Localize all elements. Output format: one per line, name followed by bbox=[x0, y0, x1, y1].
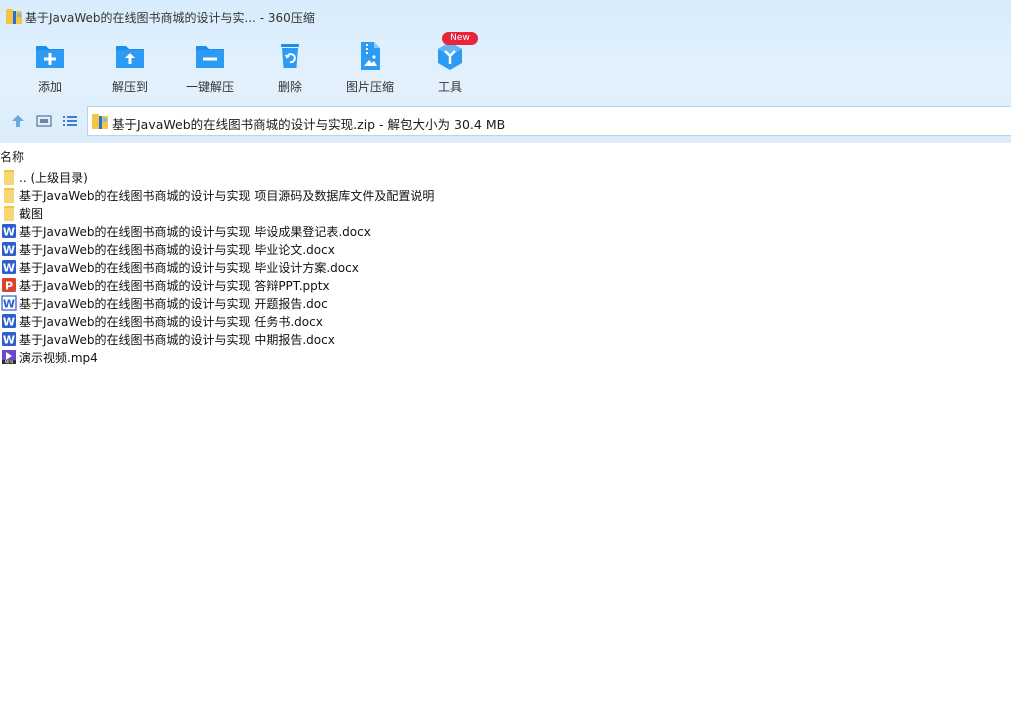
new-badge: New bbox=[442, 32, 478, 45]
svg-text:MP4: MP4 bbox=[5, 360, 14, 365]
delete-label: 删除 bbox=[277, 80, 302, 94]
svg-text:W: W bbox=[3, 244, 15, 257]
tools-label: 工具 bbox=[437, 80, 462, 94]
folder-icon bbox=[4, 188, 14, 203]
extract-to-icon bbox=[116, 46, 144, 68]
list-item[interactable]: W 基于JavaWeb的在线图书商城的设计与实现 毕业设计方案.docx bbox=[0, 258, 1000, 276]
up-arrow-icon[interactable] bbox=[10, 113, 26, 129]
file-name: 演示视频.mp4 bbox=[19, 351, 98, 365]
image-compress-icon bbox=[361, 42, 380, 70]
extract-to-label: 解压到 bbox=[111, 80, 148, 94]
add-button[interactable]: 添加 bbox=[10, 38, 90, 98]
file-name: 基于JavaWeb的在线图书商城的设计与实现 答辩PPT.pptx bbox=[19, 279, 330, 293]
delete-button[interactable]: 删除 bbox=[250, 38, 330, 98]
one-click-extract-label: 一键解压 bbox=[185, 80, 234, 94]
file-name: 基于JavaWeb的在线图书商城的设计与实现 中期报告.docx bbox=[19, 333, 335, 347]
word-document-icon: W bbox=[2, 260, 16, 275]
image-compress-label: 图片压缩 bbox=[345, 80, 394, 94]
file-name: 基于JavaWeb的在线图书商城的设计与实现 毕业设计方案.docx bbox=[19, 261, 359, 275]
list-item[interactable]: W 基于JavaWeb的在线图书商城的设计与实现 毕业论文.docx bbox=[0, 240, 1000, 258]
word-doc-icon: W bbox=[1, 295, 17, 311]
svg-text:W: W bbox=[3, 262, 15, 275]
svg-text:W: W bbox=[3, 298, 15, 311]
address-bar[interactable]: 基于JavaWeb的在线图书商城的设计与实现.zip - 解包大小为 30.4 … bbox=[87, 106, 1011, 136]
navigation-bar: 基于JavaWeb的在线图书商城的设计与实现.zip - 解包大小为 30.4 … bbox=[0, 106, 1011, 136]
file-name: .. (上级目录) bbox=[19, 171, 88, 185]
list-item[interactable]: W 基于JavaWeb的在线图书商城的设计与实现 中期报告.docx bbox=[0, 330, 1000, 348]
zip-archive-icon bbox=[92, 114, 108, 129]
image-compress-button[interactable]: 图片压缩 bbox=[330, 38, 410, 98]
svg-text:W: W bbox=[3, 316, 15, 329]
title-bar: 基于JavaWeb的在线图书商城的设计与实... - 360压缩 bbox=[0, 0, 1011, 34]
word-document-icon: W bbox=[2, 224, 16, 239]
file-name: 截图 bbox=[19, 207, 44, 221]
powerpoint-icon: P bbox=[2, 278, 16, 293]
address-path: 基于JavaWeb的在线图书商城的设计与实现.zip - 解包大小为 30.4 … bbox=[112, 117, 506, 132]
delete-icon bbox=[281, 44, 299, 68]
file-name: 基于JavaWeb的在线图书商城的设计与实现 任务书.docx bbox=[19, 315, 323, 329]
svg-text:W: W bbox=[3, 334, 15, 347]
list-item[interactable]: MP4 演示视频.mp4 bbox=[0, 348, 1000, 366]
video-file-icon: MP4 bbox=[2, 350, 16, 365]
one-click-extract-button[interactable]: 一键解压 bbox=[170, 38, 250, 98]
folder-icon bbox=[4, 170, 14, 185]
file-name: 基于JavaWeb的在线图书商城的设计与实现 项目源码及数据库文件及配置说明 bbox=[19, 189, 435, 203]
list-view-icon[interactable] bbox=[62, 113, 78, 129]
file-name: 基于JavaWeb的在线图书商城的设计与实现 毕业论文.docx bbox=[19, 243, 335, 257]
word-document-icon: W bbox=[2, 332, 16, 347]
folder-icon bbox=[4, 206, 14, 221]
column-header-name[interactable]: 名称 bbox=[0, 148, 24, 165]
list-item[interactable]: 基于JavaWeb的在线图书商城的设计与实现 项目源码及数据库文件及配置说明 bbox=[0, 186, 1000, 204]
add-label: 添加 bbox=[37, 80, 62, 94]
extract-to-button[interactable]: 解压到 bbox=[90, 38, 170, 98]
zip-archive-icon bbox=[6, 9, 22, 24]
thumbnail-view-icon[interactable] bbox=[36, 113, 52, 129]
svg-text:W: W bbox=[3, 226, 15, 239]
list-item[interactable]: P 基于JavaWeb的在线图书商城的设计与实现 答辩PPT.pptx bbox=[0, 276, 1000, 294]
one-click-extract-icon bbox=[196, 46, 224, 68]
tools-button[interactable]: 工具 bbox=[410, 38, 490, 98]
list-item[interactable]: W 基于JavaWeb的在线图书商城的设计与实现 开题报告.doc bbox=[0, 294, 1000, 312]
list-item[interactable]: .. (上级目录) bbox=[0, 168, 1000, 186]
window-title: 基于JavaWeb的在线图书商城的设计与实... - 360压缩 bbox=[25, 11, 315, 25]
svg-text:P: P bbox=[5, 280, 13, 293]
word-document-icon: W bbox=[2, 314, 16, 329]
word-document-icon: W bbox=[2, 242, 16, 257]
list-item[interactable]: 截图 bbox=[0, 204, 1000, 222]
add-archive-icon bbox=[36, 46, 64, 68]
file-name: 基于JavaWeb的在线图书商城的设计与实现 开题报告.doc bbox=[19, 297, 328, 311]
list-item[interactable]: W 基于JavaWeb的在线图书商城的设计与实现 毕设成果登记表.docx bbox=[0, 222, 1000, 240]
list-item[interactable]: W 基于JavaWeb的在线图书商城的设计与实现 任务书.docx bbox=[0, 312, 1000, 330]
file-name: 基于JavaWeb的在线图书商城的设计与实现 毕设成果登记表.docx bbox=[19, 225, 371, 239]
